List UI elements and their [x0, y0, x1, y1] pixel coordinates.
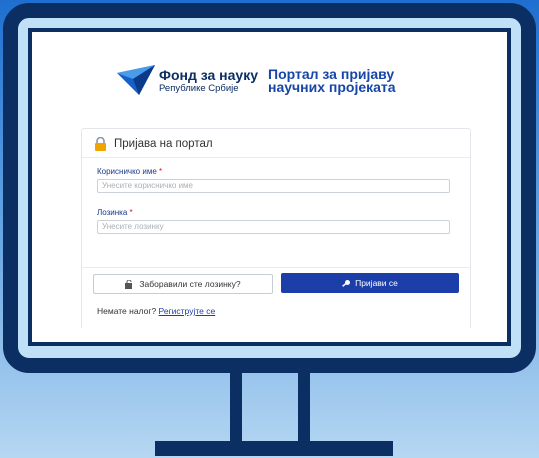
username-input[interactable]: Унесите корисничко име: [97, 179, 450, 193]
browser-screen: Фонд за науку Републике Србије Портал за…: [41, 45, 497, 328]
login-button-label: Пријави се: [355, 278, 398, 288]
username-label: Корисничко име *: [97, 167, 163, 176]
lock-icon: [95, 137, 106, 151]
logo-icon: [117, 65, 155, 95]
brand-subtitle: Републике Србије: [159, 83, 239, 94]
brand-name: Фонд за науку: [159, 67, 259, 83]
login-card: Пријава на портал Корисничко име * Унеси…: [81, 128, 471, 328]
divider: [82, 267, 470, 268]
sign-in-icon: [342, 280, 351, 288]
forgot-password-label: Заборавили сте лозинку?: [139, 279, 241, 289]
portal-title-line2: научних пројеката: [268, 79, 396, 95]
password-input[interactable]: Унесите лозинку: [97, 220, 450, 234]
password-label: Лозинка *: [97, 208, 133, 217]
login-button[interactable]: Пријави се: [281, 273, 459, 293]
portal-title: Портал за пријаву научних пројеката: [268, 67, 396, 95]
monitor-stand: [230, 373, 310, 443]
register-prompt: Немате налог? Региструјте се: [97, 306, 216, 316]
login-card-header: Пријава на портал: [82, 129, 470, 158]
monitor-base: [155, 441, 393, 456]
login-title: Пријава на портал: [114, 138, 213, 150]
register-link[interactable]: Региструјте се: [159, 306, 216, 316]
key-icon: [125, 280, 133, 290]
forgot-password-button[interactable]: Заборавили сте лозинку?: [93, 274, 273, 294]
